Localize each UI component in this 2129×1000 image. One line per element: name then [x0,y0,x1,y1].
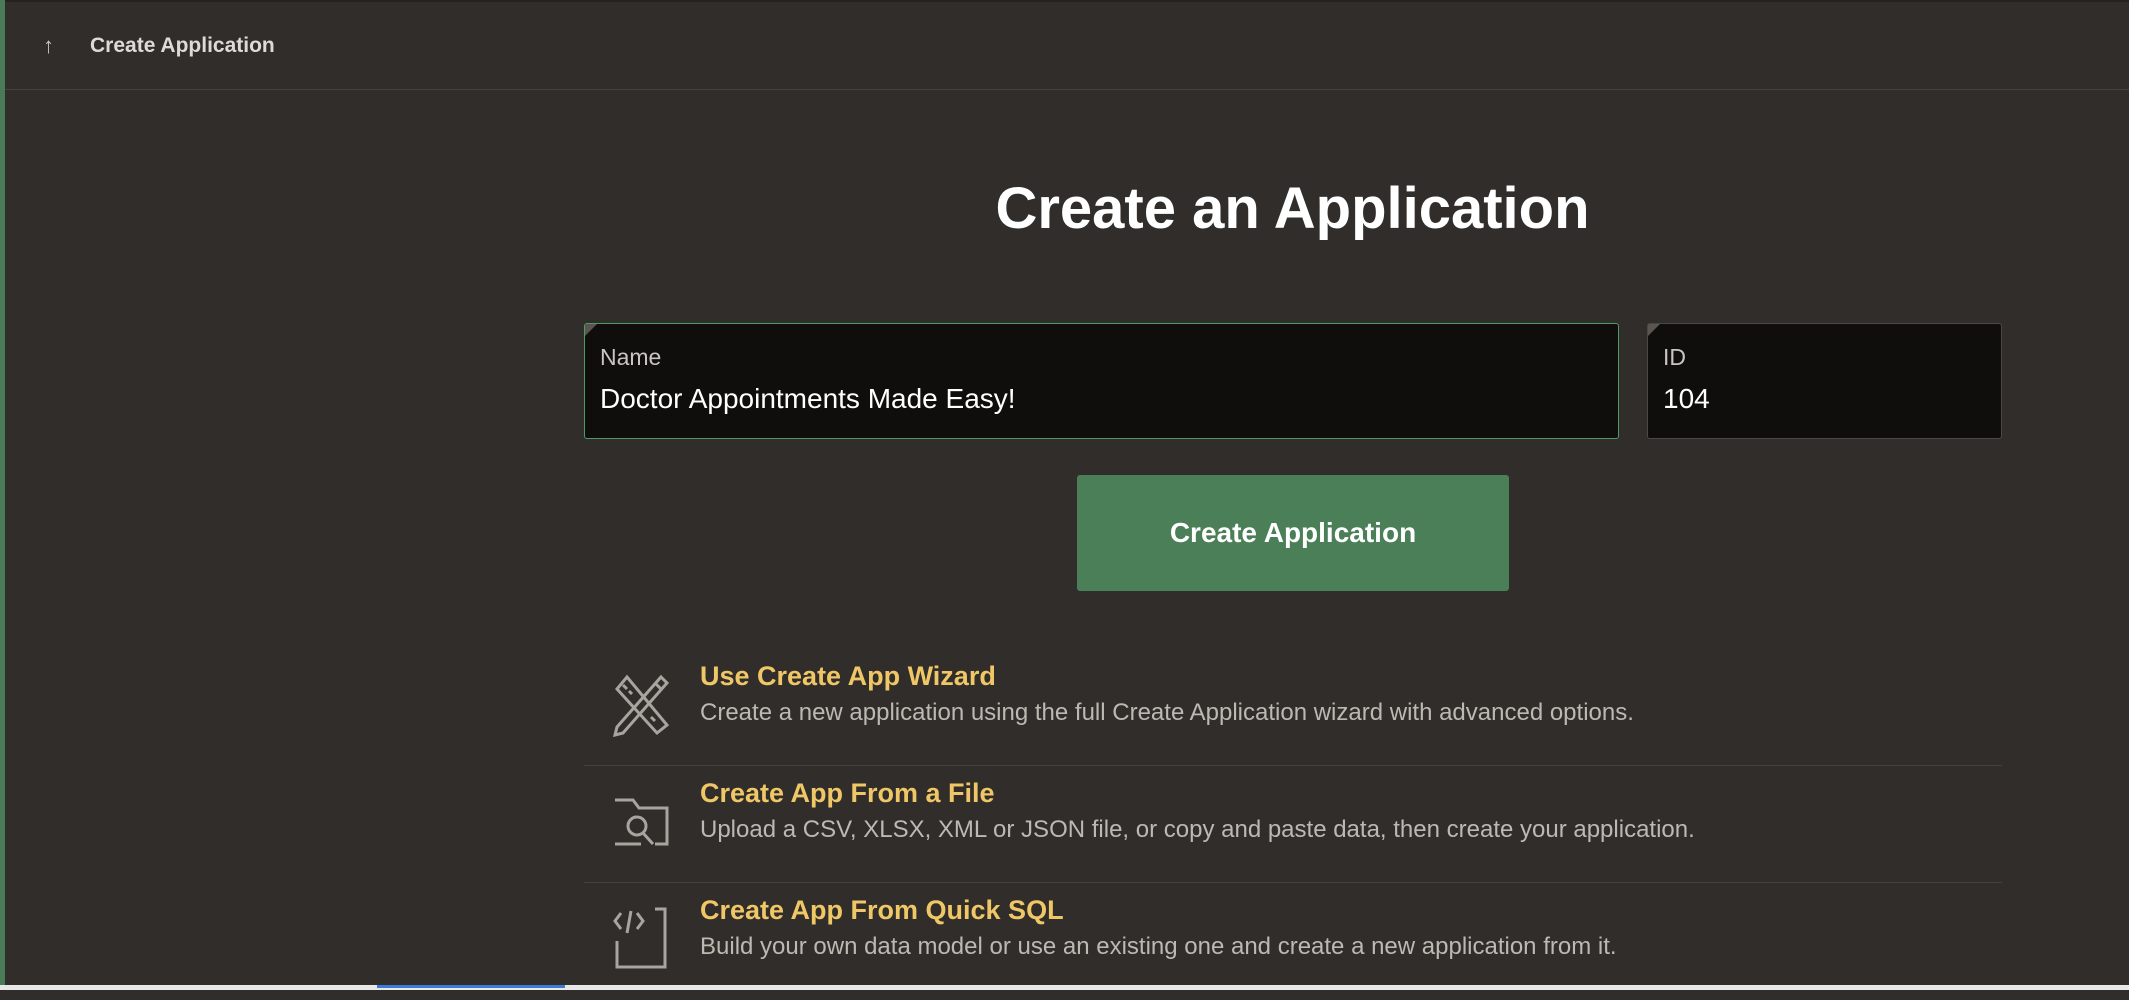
name-field[interactable]: Name [584,323,1619,439]
id-label: ID [1663,344,1686,370]
option-title: Create App From Quick SQL [700,895,1064,925]
id-input[interactable] [1663,383,1986,415]
option-create-from-quick-sql[interactable]: Create App From Quick SQL Build your own… [584,883,2002,1000]
header-title: Create Application [90,33,275,57]
scroll-indicator[interactable] [377,985,565,988]
option-title: Use Create App Wizard [700,661,996,691]
field-corner [585,324,597,336]
option-description: Create a new application using the full … [700,699,1634,726]
folder-search-icon [615,798,669,846]
id-field[interactable]: ID [1647,323,2002,439]
page-title: Create an Application [995,176,1590,241]
name-input[interactable] [600,383,1603,415]
option-title: Create App From a File [700,778,995,808]
code-icon [613,907,667,969]
option-description: Upload a CSV, XLSX, XML or JSON file, or… [700,816,1695,843]
option-create-app-wizard[interactable]: Use Create App Wizard Create a new appli… [584,649,2002,766]
header-bar: ↑ Create Application [5,2,2129,90]
arrow-up-icon[interactable]: ↑ [43,33,90,59]
bottom-bar [0,985,2129,990]
left-accent-strip [0,0,5,985]
name-label: Name [600,344,662,370]
option-description: Build your own data model or use an exis… [700,933,1617,960]
option-create-from-file[interactable]: Create App From a File Upload a CSV, XLS… [584,766,2002,883]
field-corner [1648,324,1660,336]
pencil-ruler-icon [612,674,670,737]
create-application-button[interactable]: Create Application [1077,475,1509,591]
